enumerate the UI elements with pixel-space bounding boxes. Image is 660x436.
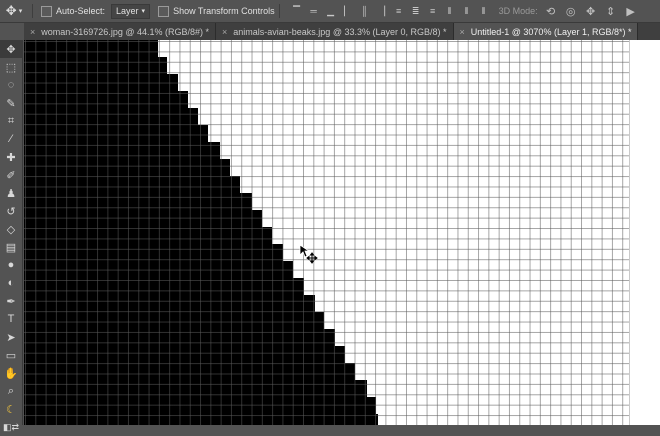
eyedropper-tool-icon[interactable]: ⁄ (0, 130, 22, 148)
swap-colors-icon[interactable]: ◧⇄ (0, 418, 22, 436)
auto-select-label: Auto-Select: (56, 6, 106, 16)
auto-select-dropdown[interactable]: Layer ▾ (111, 3, 151, 19)
align-bottom-icon[interactable]: ▁ (324, 4, 338, 18)
divider (32, 4, 33, 18)
align-icons: ▔ ═ ▁ ▏ ║ ▕ ≡ ≣ ≡ ⫴ ⫴ ⫴ (290, 4, 491, 18)
align-top-icon[interactable]: ▔ (290, 4, 304, 18)
camera-3d-icon[interactable]: ▶ (624, 4, 638, 18)
close-icon[interactable]: × (30, 27, 35, 37)
type-tool-icon[interactable]: T (0, 310, 22, 328)
distribute-left-icon[interactable]: ⫴ (443, 4, 457, 18)
blur-tool-icon[interactable]: ● (0, 256, 22, 274)
orbit-3d-icon[interactable]: ⟲ (544, 4, 558, 18)
pixel-grid (24, 40, 629, 425)
distribute-bottom-icon[interactable]: ≡ (426, 4, 440, 18)
history-brush-tool-icon[interactable]: ↺ (0, 202, 22, 220)
tab-animals[interactable]: × animals-avian-beaks.jpg @ 33.3% (Layer… (216, 23, 454, 40)
clone-stamp-tool-icon[interactable]: ♟ (0, 184, 22, 202)
gradient-tool-icon[interactable]: ▤ (0, 238, 22, 256)
align-right-icon[interactable]: ▕ (375, 4, 389, 18)
healing-brush-tool-icon[interactable]: ✚ (0, 148, 22, 166)
align-vcenter-icon[interactable]: ═ (307, 4, 321, 18)
close-icon[interactable]: × (222, 27, 227, 37)
hand-tool-icon[interactable]: ✋ (0, 364, 22, 382)
tab-untitled[interactable]: × Untitled-1 @ 3070% (Layer 1, RGB/8*) * (453, 23, 639, 40)
tab-label: woman-3169726.jpg @ 44.1% (RGB/8#) * (41, 26, 209, 37)
align-hcenter-icon[interactable]: ║ (358, 4, 372, 18)
distribute-vcenter-icon[interactable]: ≣ (409, 4, 423, 18)
tools-panel: ✥ ⬚ ◌ ✎ ⌗ ⁄ ✚ ✐ ♟ ↺ ◇ ▤ ● ◐ ✒ T ➤ ▭ ✋ ⌕ … (0, 40, 23, 432)
close-icon[interactable]: × (460, 27, 465, 37)
canvas[interactable] (24, 40, 629, 425)
crop-tool-icon[interactable]: ⌗ (0, 112, 22, 130)
drag-3d-icon[interactable]: ✥ (584, 4, 598, 18)
eraser-tool-icon[interactable]: ◇ (0, 220, 22, 238)
divider (278, 4, 280, 18)
show-transform-checkbox[interactable] (158, 5, 170, 17)
canvas-right-edge (629, 40, 660, 425)
tab-label: Untitled-1 @ 3070% (Layer 1, RGB/8*) * (470, 26, 632, 37)
dodge-tool-icon[interactable]: ◐ (0, 274, 22, 292)
options-bar: ✥ ▾ Auto-Select: Layer ▾ Show Transform C… (0, 0, 660, 23)
document-tab-bar: × woman-3169726.jpg @ 44.1% (RGB/8#) * ×… (24, 23, 660, 40)
move-tool-icon[interactable]: ✥ (0, 40, 22, 58)
align-left-icon[interactable]: ▏ (341, 4, 355, 18)
tab-woman[interactable]: × woman-3169726.jpg @ 44.1% (RGB/8#) * (24, 23, 216, 40)
chevron-down-icon: ▾ (141, 8, 146, 15)
move-cursor-icon (299, 244, 318, 264)
show-transform-label: Show Transform Controls (173, 6, 275, 16)
distribute-right-icon[interactable]: ⫴ (477, 4, 491, 18)
marquee-tool-icon[interactable]: ⬚ (0, 58, 22, 76)
slide-3d-icon[interactable]: ⇕ (604, 4, 618, 18)
banana-icon: ☾ (6, 403, 16, 416)
rectangle-tool-icon[interactable]: ▭ (0, 346, 22, 364)
brush-tool-icon[interactable]: ✐ (0, 166, 22, 184)
quick-select-tool-icon[interactable]: ✎ (0, 94, 22, 112)
roll-3d-icon[interactable]: ◎ (564, 4, 578, 18)
zoom-tool-icon[interactable]: ⌕ (0, 382, 22, 400)
auto-select-checkbox[interactable] (41, 5, 52, 17)
distribute-hcenter-icon[interactable]: ⫴ (460, 4, 474, 18)
3d-icons: ⟲ ◎ ✥ ⇕ ▶ (544, 4, 638, 18)
move-tool-preset-icon[interactable]: ✥ ▾ (0, 0, 28, 22)
distribute-top-icon[interactable]: ≡ (392, 4, 406, 18)
tab-label: animals-avian-beaks.jpg @ 33.3% (Layer 0… (233, 26, 447, 37)
pen-tool-icon[interactable]: ✒ (0, 292, 22, 310)
mode-3d-label: 3D Mode: (498, 6, 538, 16)
path-select-tool-icon[interactable]: ➤ (0, 328, 22, 346)
auto-select-value: Layer (116, 6, 139, 16)
lasso-tool-icon[interactable]: ◌ (0, 76, 22, 94)
